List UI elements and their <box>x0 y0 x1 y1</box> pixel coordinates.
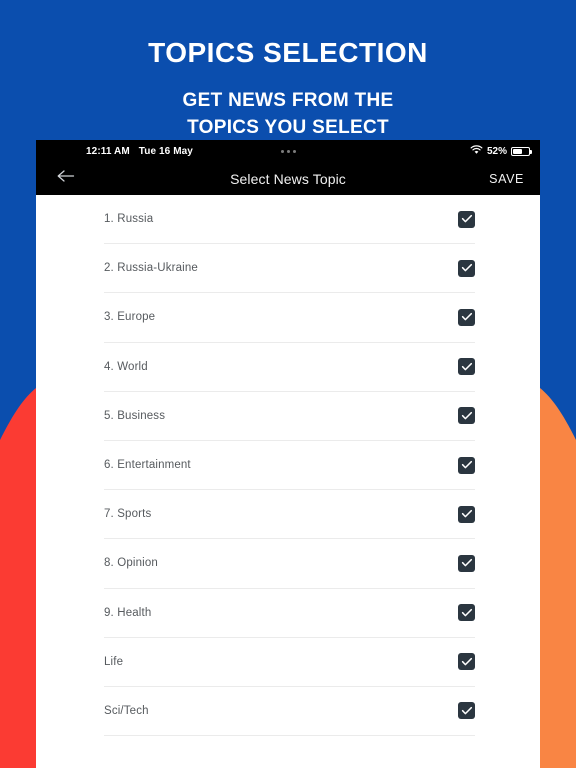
topic-checkbox[interactable] <box>458 308 475 326</box>
topic-checkbox[interactable] <box>458 702 475 720</box>
topic-row[interactable]: Life <box>104 638 475 687</box>
topic-label: 6. Entertainment <box>104 459 191 472</box>
topic-label: 3. Europe <box>104 311 156 324</box>
dot-3 <box>292 149 296 153</box>
battery-fill <box>513 148 522 154</box>
topic-row[interactable]: 8. Opinion <box>104 539 475 589</box>
topic-label: Sci/Tech <box>104 704 149 717</box>
topic-list: 1. Russia 2. Russia-Ukraine 3. Europe 4. Wo… <box>36 195 540 768</box>
topic-checkbox[interactable] <box>458 407 475 425</box>
topic-row[interactable]: 7. Sports <box>104 490 475 540</box>
battery-icon <box>511 146 532 156</box>
topic-label: 4. World <box>104 360 148 373</box>
check-icon <box>461 608 472 616</box>
check-icon <box>461 313 472 321</box>
topic-checkbox[interactable] <box>458 505 475 523</box>
topic-row[interactable]: 3. Europe <box>104 293 475 343</box>
topic-label: 1. Russia <box>104 213 154 226</box>
dot-2 <box>286 149 290 153</box>
check-icon <box>461 706 472 715</box>
three-dots-icon <box>36 149 540 153</box>
red-corner-shape <box>0 388 36 768</box>
dot-1 <box>280 149 284 153</box>
check-icon <box>461 411 472 420</box>
topic-label: 8. Opinion <box>104 557 158 570</box>
promo-subtitle-line-2: TOPICS YOU SELECT <box>187 117 389 139</box>
battery-percent-label: 52% <box>486 145 507 157</box>
promo-subtitle: GET NEWS FROM THE TOPICS YOU SELECT <box>0 87 576 142</box>
topic-row[interactable]: 2. Russia-Ukraine <box>104 244 475 294</box>
topic-checkbox[interactable] <box>458 456 475 474</box>
topic-row[interactable]: 6. Entertainment <box>104 441 475 491</box>
topic-row[interactable]: Sci/Tech <box>104 687 475 737</box>
topic-row[interactable]: 4. World <box>104 343 475 392</box>
device-screen: 12:11 AM Tue 16 May 52% Select News Topi… <box>36 140 540 768</box>
page-title: Select News Topic <box>230 170 346 187</box>
topic-checkbox[interactable] <box>458 653 475 671</box>
topic-checkbox[interactable] <box>458 259 475 277</box>
check-icon <box>461 215 472 223</box>
promo-subtitle-line-1: GET NEWS FROM THE <box>182 89 394 111</box>
topic-row[interactable]: 5. Business <box>104 392 475 441</box>
app-nav-bar: Select News Topic SAVE <box>36 162 540 195</box>
topic-label: 2. Russia-Ukraine <box>104 262 198 275</box>
topic-label: 9. Health <box>104 606 152 619</box>
topic-label: Life <box>104 655 124 668</box>
topic-checkbox[interactable] <box>458 604 475 622</box>
promo-header: TOPICS SELECTION GET NEWS FROM THE TOPIC… <box>0 0 576 142</box>
topic-label: 5. Business <box>104 409 166 422</box>
check-icon <box>461 559 472 567</box>
topic-checkbox[interactable] <box>458 210 475 228</box>
check-icon <box>461 264 472 272</box>
topic-row[interactable]: 9. Health <box>104 589 475 638</box>
check-icon <box>461 460 472 469</box>
topic-row[interactable]: 1. Russia <box>104 195 475 245</box>
check-icon <box>461 657 472 666</box>
orange-corner-shape <box>540 388 576 768</box>
topic-checkbox[interactable] <box>458 554 475 572</box>
wifi-icon <box>470 144 483 158</box>
topic-label: 7. Sports <box>104 508 152 521</box>
topic-checkbox[interactable] <box>458 358 475 376</box>
check-icon <box>461 362 472 371</box>
promo-title: TOPICS SELECTION <box>148 37 428 68</box>
check-icon <box>461 510 472 518</box>
status-bar-right: 52% <box>470 144 532 158</box>
status-bar: 12:11 AM Tue 16 May 52% <box>36 140 540 162</box>
save-button[interactable]: SAVE <box>489 172 524 186</box>
